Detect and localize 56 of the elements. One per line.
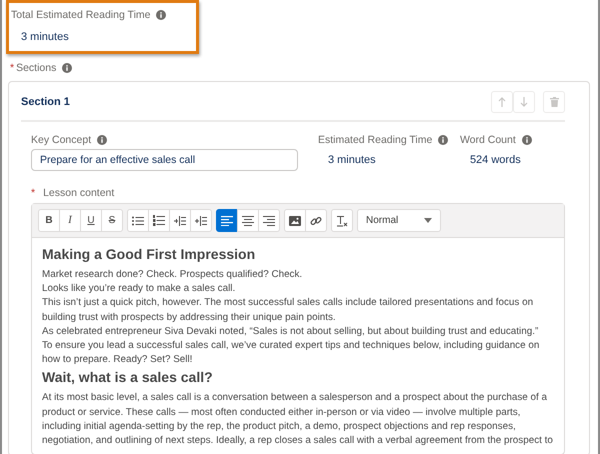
image-button[interactable]	[284, 209, 306, 232]
caret-icon	[424, 218, 432, 223]
field-label: Lesson content	[43, 187, 114, 199]
outdent-button[interactable]	[169, 209, 191, 232]
key-concept-field[interactable]: Prepare for an effective sales call	[31, 149, 298, 171]
field-label: Total Estimated Reading Time	[11, 9, 150, 21]
content-heading: Wait, what is a sales call?	[42, 369, 214, 386]
outdent-icon	[174, 216, 186, 226]
field-value: 3 minutes	[20, 30, 70, 43]
info-icon[interactable]	[438, 135, 448, 145]
info-icon[interactable]	[62, 63, 72, 73]
field-label: Word Count	[460, 134, 516, 146]
trash-icon	[550, 97, 558, 107]
field-label: Key Concept	[31, 134, 92, 146]
indent-icon	[195, 216, 207, 226]
rich-text-editor[interactable]	[31, 203, 565, 454]
arrow-down-icon	[520, 97, 528, 107]
content-paragraph: Looks like you’re ready to make a sales call.	[42, 282, 236, 296]
image-icon	[289, 216, 301, 226]
content-paragraph: To ensure you lead a successful sales call, we’ve curated expert tips and techniques below, including guidance on how to prepare. Ready? Set? Sell!	[42, 339, 540, 368]
info-icon[interactable]	[97, 135, 108, 145]
arrow-up-icon	[498, 97, 506, 107]
field-value: 524 words	[468, 153, 522, 166]
clear-formatting-icon	[336, 214, 348, 226]
bullet-list-icon	[132, 216, 144, 226]
link-button[interactable]	[305, 209, 327, 232]
content-paragraph: Market research done? Check. Prospects qualified? Check.	[42, 268, 304, 282]
align-left-button[interactable]	[216, 209, 238, 232]
field-label: Sections	[16, 62, 56, 74]
required-marker: *	[10, 62, 14, 74]
bold-button[interactable]: B	[38, 209, 60, 232]
content-paragraph: This isn’t just a quick pitch, however. The most successful sales calls include tailored presentations and focus on building trust with prospects by addressing their unique pain points.	[42, 296, 534, 325]
strike-button[interactable]: S	[101, 209, 123, 232]
clear-button[interactable]	[331, 209, 353, 232]
underline-button[interactable]: U	[80, 209, 102, 232]
align-center-button[interactable]	[237, 209, 259, 232]
link-icon	[310, 214, 322, 226]
align-left-icon	[221, 216, 233, 226]
section-title: Section 1	[21, 96, 70, 108]
format-dropdown[interactable]: Normal	[357, 209, 441, 232]
align-right-icon	[263, 216, 275, 226]
bullets-button[interactable]	[127, 209, 149, 232]
required-marker: *	[31, 187, 36, 199]
align-right-button[interactable]	[258, 209, 280, 232]
numbered-list-icon	[153, 215, 165, 226]
indent-button[interactable]	[190, 209, 212, 232]
align-center-icon	[242, 216, 254, 226]
content-heading: Making a Good First Impression	[42, 246, 256, 262]
field-label: Estimated Reading Time	[318, 134, 432, 146]
info-icon[interactable]	[156, 10, 166, 20]
content-paragraph: As celebrated entrepreneur Siva Devaki noted, “Sales is not about selling, but about building trust and educating.”	[42, 324, 540, 339]
field-value: 3 minutes	[326, 153, 377, 166]
numbers-button[interactable]	[148, 209, 170, 232]
italic-button[interactable]: I	[59, 209, 81, 232]
info-icon[interactable]	[522, 135, 532, 145]
content-paragraph: At its most basic level, a sales call is a conversation between a salesperson and a prospect about the purchase of a product or service. These calls — most often conducted either in-person or via video — involve multiple parts, including initial agenda-setting by the rep, the product pitch, a demo, prospect objections and rep responses, negotiation, and outlining of next steps. Ideally, a rep closes a sales call with a verbal agreement from the prospect to	[42, 391, 554, 448]
